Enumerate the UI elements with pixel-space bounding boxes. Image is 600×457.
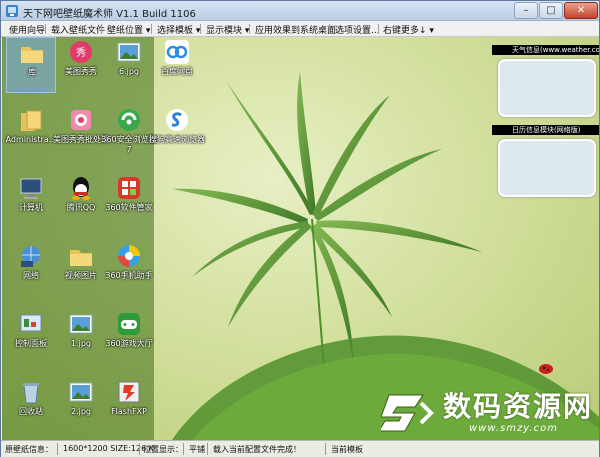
image-file-icon: [69, 382, 93, 402]
360-software-icon: [118, 177, 140, 199]
status-separator: [207, 443, 208, 455]
maximize-button[interactable]: □: [539, 2, 563, 19]
menu-apply-desktop[interactable]: 应用效果到系统桌面: [255, 23, 336, 36]
desktop-icon-sogou-browser[interactable]: 搜狗高速浏览器: [149, 105, 205, 161]
menu-wizard[interactable]: 使用向导: [9, 23, 45, 36]
desktop-icon-recycle-bin[interactable]: 回收站: [6, 377, 56, 433]
menu-separator: [151, 24, 152, 34]
desktop-icon-library[interactable]: 库: [6, 37, 56, 93]
app-window: 天下网吧壁纸魔术师 V1.1 Build 1106 – □ ✕ 使用向导 载入壁…: [0, 0, 600, 457]
computer-icon: [20, 178, 42, 199]
desktop-icon-2jpg[interactable]: 2.jpg: [56, 377, 106, 433]
weather-widget-body: [498, 59, 596, 117]
position-value: 平铺: [189, 445, 205, 454]
current-template: 当前模板: [331, 445, 363, 454]
status-separator: [57, 443, 58, 455]
flashfxp-icon: [118, 381, 140, 403]
desktop-icon-video-images[interactable]: 视频图片: [56, 241, 106, 297]
desktop-icon-meitu-batch[interactable]: 美图秀秀批处理: [53, 105, 109, 161]
minimize-button[interactable]: –: [514, 2, 538, 19]
desktop-icon-label: 360游戏大厅: [105, 339, 153, 348]
desktop-icon-360-phone[interactable]: 360手机助手: [104, 241, 154, 297]
watermark-title: 数码资源网: [443, 390, 594, 423]
calendar-widget[interactable]: 日历信息模块(网络版): [492, 125, 599, 205]
menu-separator: [249, 24, 250, 34]
watermark: 数码资源网 www.smzy.com: [375, 383, 599, 439]
desktop-icon-label: 360手机助手: [105, 271, 153, 280]
desktop-icon-label: 360软件管家: [105, 203, 153, 212]
menu-separator: [378, 24, 379, 34]
status-message: 载入当前配置文件完成！: [213, 445, 301, 454]
desktop-icon-6jpg[interactable]: 6.jpg: [104, 37, 154, 93]
desktop-icon-1jpg[interactable]: 1.jpg: [56, 309, 106, 365]
close-button[interactable]: ✕: [564, 2, 598, 19]
menu-load-wallpaper[interactable]: 载入壁纸文件: [51, 23, 105, 36]
menu-options[interactable]: 选项设置...: [335, 23, 380, 36]
watermark-logo-icon: [381, 394, 434, 432]
app-icon: [6, 5, 18, 17]
menu-select-template[interactable]: 选择模板 ▾: [157, 23, 200, 36]
menu-right-click-more[interactable]: 右键更多↓ ▾: [383, 23, 434, 36]
desktop-icon-label: FlashFXP: [111, 407, 147, 416]
desktop-icon-computer[interactable]: 计算机: [6, 173, 56, 229]
desktop-icon-flashfxp[interactable]: FlashFXP: [104, 377, 154, 433]
weather-widget-title: 天气信息(www.weather.com.cn): [492, 45, 599, 55]
position-label: 位置显示：: [143, 445, 183, 454]
calendar-widget-title: 日历信息模块(网络版): [492, 125, 599, 135]
desktop-icon-qq[interactable]: 腾讯QQ: [56, 173, 106, 229]
status-separator: [139, 443, 140, 455]
menu-separator: [45, 24, 46, 34]
meitu-icon: 秀: [70, 41, 92, 63]
menu-wallpaper-position[interactable]: 壁纸位置 ▾: [107, 23, 150, 36]
desktop-icon-baidu-cloud[interactable]: 百度网盘: [152, 37, 202, 93]
wallpaper-info-label: 原壁纸信息：: [5, 445, 53, 454]
desktop-icon-control-panel[interactable]: 控制面板: [6, 309, 56, 365]
menu-separator: [329, 24, 330, 34]
svg-text:秀: 秀: [76, 47, 86, 59]
menu-separator: [101, 24, 102, 34]
recycle-bin-icon: [23, 383, 39, 404]
user-folder-icon: [21, 110, 42, 131]
desktop-icon-network[interactable]: 网络: [6, 241, 56, 297]
desktop-icon-360-software[interactable]: 360软件管家: [104, 173, 154, 229]
network-icon: [21, 246, 40, 267]
window-title: 天下网吧壁纸魔术师 V1.1 Build 1106: [23, 9, 196, 20]
title-bar[interactable]: 天下网吧壁纸魔术师 V1.1 Build 1106 – □ ✕: [1, 1, 599, 21]
baidu-cloud-icon: [165, 40, 189, 64]
desktop-icon-label: 百度网盘: [161, 67, 193, 76]
wallpaper-preview[interactable]: 库 秀 美图秀秀 6.jpg 百度网盘 Administra... 美图秀秀批处…: [2, 37, 599, 440]
desktop-icon-label: 搜狗高速浏览器: [149, 135, 205, 144]
status-separator: [183, 443, 184, 455]
desktop-icon-meitu[interactable]: 秀 美图秀秀: [56, 37, 106, 93]
qq-icon: [72, 177, 90, 200]
folder-icon: [21, 47, 43, 63]
360-browser-icon: [118, 109, 140, 131]
wallpaper-size-info: 1600*1200 SIZE:126 K: [63, 444, 154, 453]
meitu-batch-icon: [71, 110, 91, 130]
menu-display-module[interactable]: 显示模块 ▾: [206, 23, 249, 36]
calendar-widget-body: [498, 139, 596, 197]
watermark-url: www.smzy.com: [469, 423, 558, 434]
status-separator: [325, 443, 326, 455]
menu-bar: 使用向导 载入壁纸文件 壁纸位置 ▾ 选择模板 ▾ 显示模块 ▾ 应用效果到系统…: [1, 21, 599, 37]
menu-separator: [200, 24, 201, 34]
image-file-icon: [69, 314, 93, 334]
360-phone-icon: [118, 245, 140, 267]
weather-widget[interactable]: 天气信息(www.weather.com.cn): [492, 45, 599, 125]
360-game-icon: [118, 313, 140, 335]
desktop-icon-administrator[interactable]: Administra...: [6, 105, 56, 161]
sogou-browser-icon: [166, 109, 188, 131]
status-bar: 原壁纸信息： 1600*1200 SIZE:126 K 位置显示： 平铺 载入当…: [1, 440, 599, 457]
desktop-icon-360-game[interactable]: 360游戏大厅: [104, 309, 154, 365]
folder-icon: [70, 250, 92, 266]
ladybug-icon: [539, 364, 553, 374]
image-file-icon: [117, 42, 141, 62]
desktop-icon-360-browser[interactable]: 360安全浏览器7: [101, 105, 157, 161]
control-panel-icon: [20, 314, 42, 332]
